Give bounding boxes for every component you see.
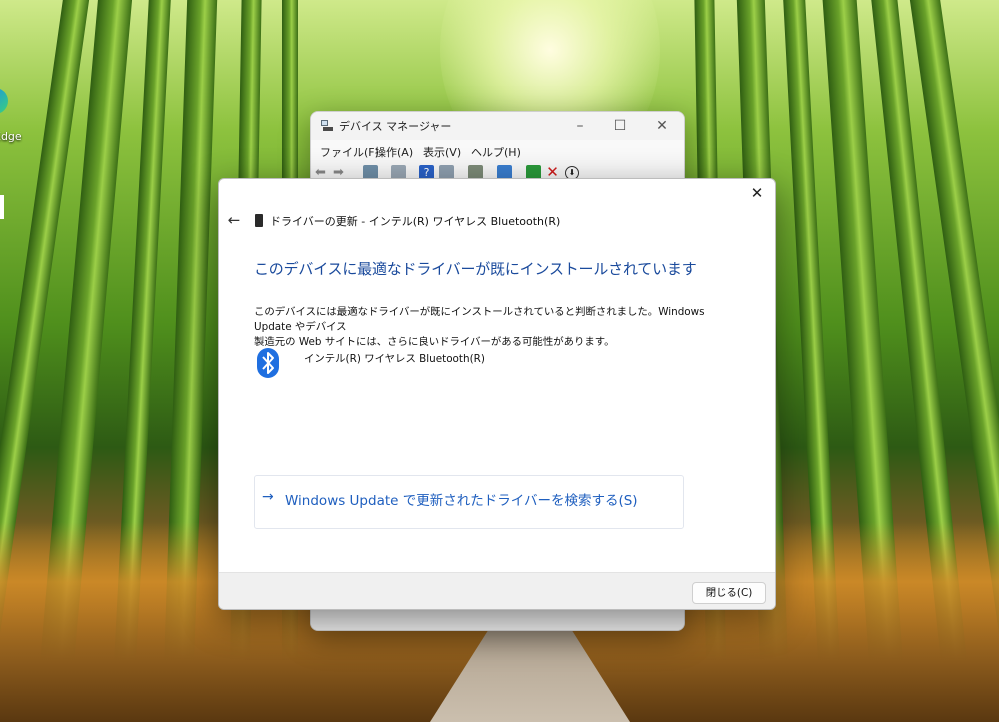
device-manager-icon	[321, 120, 333, 131]
description-line-2: 製造元の Web サイトには、さらに良いドライバーがある可能性があります。	[254, 336, 615, 348]
update-driver-dialog: ✕ ← ドライバーの更新 - インテル(R) ワイヤレス Bluetooth(R…	[218, 178, 776, 610]
menu-view[interactable]: 表示(V)	[423, 144, 461, 160]
maximize-button[interactable]: ☐	[607, 116, 633, 136]
device-small-icon	[255, 214, 263, 227]
back-arrow-button[interactable]: ←	[225, 211, 243, 229]
close-window-button[interactable]: ✕	[649, 116, 675, 136]
menu-file[interactable]: ファイル(F)	[320, 144, 379, 160]
device-manager-titlebar: デバイス マネージャー – ☐ ✕	[311, 112, 684, 140]
dialog-headline: このデバイスに最適なドライバーが既にインストールされています	[254, 260, 697, 278]
right-arrow-icon: →	[262, 489, 274, 505]
device-name: インテル(R) ワイヤレス Bluetooth(R)	[304, 353, 485, 365]
device-manager-title: デバイス マネージャー	[339, 120, 452, 133]
dialog-footer: 閉じる(C)	[219, 572, 775, 609]
search-link-label: Windows Update で更新されたドライバーを検索する(S)	[285, 493, 638, 509]
dialog-header-title: ドライバーの更新 - インテル(R) ワイヤレス Bluetooth(R)	[270, 215, 561, 228]
menu-help[interactable]: ヘルプ(H)	[471, 144, 521, 160]
edge-desktop-icon[interactable]: Edge	[0, 86, 34, 156]
menu-action[interactable]: 操作(A)	[375, 144, 413, 160]
device-manager-menubar: ファイル(F) 操作(A) 表示(V) ヘルプ(H)	[311, 140, 684, 162]
bluetooth-icon	[257, 348, 279, 378]
close-button[interactable]: 閉じる(C)	[692, 582, 766, 604]
minimize-button[interactable]: –	[567, 116, 593, 136]
description-line-1: このデバイスには最適なドライバーが既にインストールされていると判断されました。W…	[254, 306, 705, 333]
edge-icon-label: Edge	[0, 130, 22, 143]
desktop-icon-edge-marker	[0, 195, 4, 219]
search-windows-update-link[interactable]: → Windows Update で更新されたドライバーを検索する(S)	[254, 475, 684, 529]
dialog-close-x-button[interactable]: ✕	[745, 182, 769, 204]
edge-icon	[0, 88, 8, 114]
dialog-description: このデバイスには最適なドライバーが既にインストールされていると判断されました。W…	[254, 305, 724, 350]
